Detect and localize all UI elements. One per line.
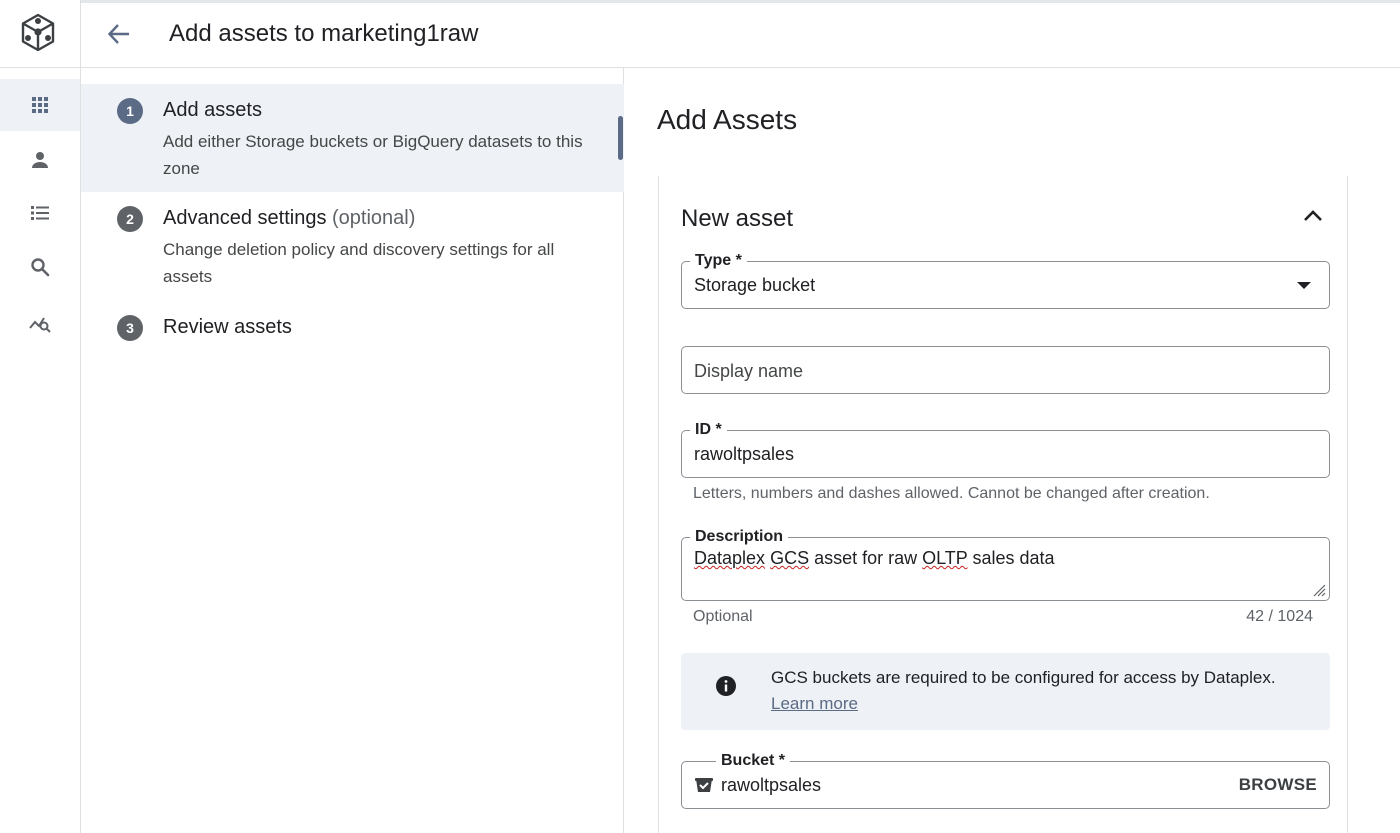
- resize-handle-icon[interactable]: [1312, 583, 1326, 597]
- character-counter: 42 / 1024: [1246, 608, 1313, 625]
- section-heading: Add Assets: [657, 104, 798, 135]
- step-label-text: Advanced settings: [163, 207, 327, 229]
- notice-text: GCS buckets are required to be configure…: [771, 668, 1276, 687]
- description-text: sales data: [967, 548, 1055, 568]
- rail-item-list[interactable]: [0, 187, 80, 239]
- step-label: Review assets: [163, 316, 292, 338]
- description-word: OLTP: [922, 548, 968, 568]
- page-title: Add assets to marketing1raw: [169, 20, 479, 47]
- list-icon: [31, 206, 49, 220]
- bucket-field[interactable]: Bucket * rawoltpsales BROWSE: [681, 751, 1330, 809]
- info-notice: GCS buckets are required to be configure…: [681, 653, 1330, 730]
- id-value: rawoltpsales: [694, 444, 795, 464]
- description-word: GCS: [770, 548, 810, 568]
- step-number-badge: 2: [117, 206, 143, 232]
- main-content: Add Assets New asset Type * Storage buck…: [625, 68, 1400, 833]
- id-field[interactable]: ID * rawoltpsales: [681, 420, 1330, 478]
- insights-icon: [29, 317, 51, 333]
- step-number-badge: 3: [117, 315, 143, 341]
- step-advanced-settings[interactable]: 2 Advanced settings (optional) Change de…: [81, 192, 624, 296]
- rail-item-search[interactable]: [0, 241, 80, 293]
- page-header: Add assets to marketing1raw: [81, 0, 1400, 68]
- dataplex-logo-icon[interactable]: [18, 12, 58, 54]
- chevron-up-icon: [1304, 210, 1322, 221]
- step-label: Add assets: [163, 99, 262, 121]
- person-icon: [32, 152, 48, 168]
- description-textarea[interactable]: Description Dataplex GCS asset for raw O…: [681, 527, 1330, 601]
- description-label: Description: [690, 527, 789, 547]
- browse-button[interactable]: BROWSE: [1239, 773, 1317, 797]
- new-asset-card: New asset Type * Storage bucket Display …: [658, 176, 1348, 833]
- id-label: ID *: [690, 420, 727, 440]
- arrow-back-icon: [107, 24, 129, 44]
- scroll-indicator[interactable]: [618, 116, 623, 160]
- collapse-button[interactable]: [1295, 198, 1331, 234]
- description-word: Dataplex: [694, 548, 766, 568]
- display-name-placeholder: Display name: [694, 361, 804, 381]
- info-icon: [716, 676, 736, 696]
- id-hint: Letters, numbers and dashes allowed. Can…: [693, 485, 1210, 502]
- step-description: Add either Storage buckets or BigQuery d…: [163, 132, 583, 178]
- step-description: Change deletion policy and discovery set…: [163, 240, 555, 286]
- search-icon: [31, 258, 50, 277]
- step-review-assets[interactable]: 3 Review assets: [81, 300, 624, 356]
- stepper-panel: 1 Add assets Add either Storage buckets …: [81, 68, 624, 833]
- back-button[interactable]: [103, 18, 135, 50]
- learn-more-link[interactable]: Learn more: [771, 692, 858, 716]
- step-optional-tag: (optional): [332, 207, 416, 229]
- grid-icon: [32, 97, 48, 113]
- bucket-value: rawoltpsales: [721, 775, 822, 795]
- description-hint: Optional: [693, 608, 753, 625]
- rail-item-person[interactable]: [0, 134, 80, 186]
- type-value: Storage bucket: [694, 275, 816, 295]
- type-label: Type *: [690, 251, 747, 271]
- rail-item-grid[interactable]: [0, 79, 80, 131]
- rail-item-insights[interactable]: [0, 297, 80, 349]
- step-add-assets[interactable]: 1 Add assets Add either Storage buckets …: [81, 84, 624, 192]
- dropdown-arrow-icon: [1297, 282, 1311, 289]
- step-label: Advanced settings (optional): [163, 204, 415, 232]
- bucket-label: Bucket *: [716, 751, 791, 771]
- display-name-field[interactable]: Display name: [681, 346, 1330, 394]
- card-title: New asset: [681, 205, 794, 232]
- description-text: asset for raw: [809, 548, 923, 568]
- nav-rail: [0, 0, 81, 833]
- rail-divider: [0, 67, 81, 68]
- bucket-icon: [695, 778, 713, 792]
- type-select[interactable]: Type * Storage bucket: [681, 251, 1330, 309]
- step-number-badge: 1: [117, 98, 143, 124]
- description-value: Dataplex GCS asset for raw OLTP sales da…: [694, 546, 1055, 570]
